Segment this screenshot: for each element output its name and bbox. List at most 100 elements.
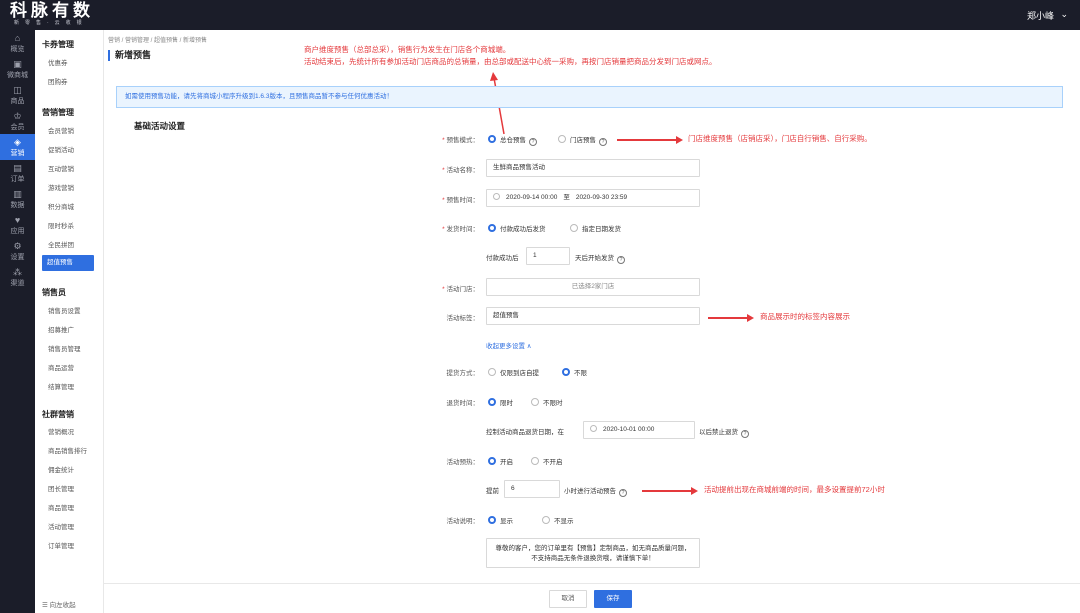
refund-date-input[interactable]: 2020-10-01 00:00 [583, 421, 695, 439]
submenu-item[interactable]: 订单管理 [35, 537, 103, 556]
submenu-item[interactable]: 招募推广 [35, 321, 103, 340]
presale-mode-option-store[interactable]: 门店预售? [558, 134, 607, 146]
ship-days-suffix: 天后开始发货? [575, 252, 625, 264]
pickup-option-any[interactable]: 不限 [562, 367, 587, 377]
help-icon[interactable]: ? [741, 430, 749, 438]
user-name[interactable]: 郑小峰 [1027, 9, 1054, 22]
ship-days-input[interactable]: 1 [526, 247, 570, 265]
nav-label: 营销 [10, 150, 25, 157]
nav-item-goods[interactable]: ◫ 商品 [0, 82, 35, 108]
nav-item-mall[interactable]: ▣ 微商城 [0, 56, 35, 82]
option-label: 付款成功后发货 [500, 226, 546, 233]
annotation-arrow-preheat [642, 487, 698, 495]
presale-mode-option-warehouse[interactable]: 总仓预售? [488, 134, 537, 146]
nav-item-data[interactable]: ▥ 数据 [0, 186, 35, 212]
option-label: 不显示 [554, 518, 574, 525]
help-icon[interactable]: ? [599, 138, 607, 146]
submenu-item[interactable]: 佣金统计 [35, 461, 103, 480]
pickup-label: 提货方式： [446, 370, 480, 377]
cancel-button[interactable]: 取消 [549, 590, 587, 608]
shop-icon: ▣ [13, 59, 22, 69]
refund-option-limited[interactable]: 限时 [488, 397, 513, 407]
help-icon[interactable]: ? [529, 138, 537, 146]
store-select[interactable]: 已选择2家门店 [486, 278, 700, 296]
submenu-item-active[interactable]: 超值预售 [42, 255, 94, 271]
annotation-store-mode: 门店维度预售（店销店采），门店自行销售、自行采购。 [688, 134, 872, 143]
submenu-item[interactable]: 销售员管理 [35, 340, 103, 359]
app-icon: ♥ [14, 215, 21, 225]
brand-logo[interactable]: 科脉有数 新零售·云收银 [10, 2, 100, 28]
radio-unchecked-icon [531, 398, 539, 406]
desc-option-show[interactable]: 显示 [488, 515, 513, 525]
bag-icon: ◫ [13, 85, 22, 95]
desc-option-hide[interactable]: 不显示 [542, 515, 574, 525]
refund-label: 退货时间： [446, 400, 480, 407]
option-label: 不开启 [543, 459, 563, 466]
order-icon: ▤ [13, 163, 22, 173]
submenu-item[interactable]: 结算管理 [35, 378, 103, 397]
nav-item-members[interactable]: ♔ 会员 [0, 108, 35, 134]
help-icon[interactable]: ? [619, 489, 627, 497]
activity-name-label: 活动名称： [409, 164, 480, 174]
nav-item-orders[interactable]: ▤ 订单 [0, 160, 35, 186]
nav-item-marketing[interactable]: ◈ 营销 [0, 134, 35, 160]
submenu-item[interactable]: 全民拼团 [35, 236, 103, 255]
submenu-item[interactable]: 营销概况 [35, 423, 103, 442]
nav-item-settings[interactable]: ⚙ 设置 [0, 238, 35, 264]
page-title: 新增预售 [108, 50, 151, 61]
submenu-item[interactable]: 优惠券 [35, 54, 103, 73]
preheat-option-on[interactable]: 开启 [488, 456, 513, 466]
collapse-menu-button[interactable]: ☰ 向左收起 [42, 599, 76, 609]
submenu-item[interactable]: 销售员设置 [35, 302, 103, 321]
nav-item-overview[interactable]: ⌂ 概览 [0, 30, 35, 56]
tag-icon: ◈ [14, 137, 21, 147]
chevron-down-icon[interactable]: ⌄ [1060, 9, 1068, 20]
submenu-item[interactable]: 商品运营 [35, 359, 103, 378]
toggle-more-settings-link[interactable]: 收起更多设置 ∧ [486, 340, 532, 350]
nav-label: 订单 [10, 176, 25, 183]
submenu-item[interactable]: 活动管理 [35, 518, 103, 537]
annotation-tag: 商品展示时的标签内容展示 [760, 312, 850, 321]
home-icon: ⌂ [14, 33, 21, 43]
brand-name: 科脉有数 [10, 1, 94, 20]
preheat-hours-input[interactable]: 6 [504, 480, 560, 498]
ship-days-prefix: 付款成功后 [486, 255, 519, 262]
clock-icon [493, 193, 500, 200]
activity-name-input[interactable]: 生鲜商品预售活动 [486, 159, 700, 177]
presale-end-time[interactable]: 2020-09-30 23:59 [576, 194, 627, 201]
submenu-item[interactable]: 游戏营销 [35, 179, 103, 198]
submenu-group-title: 营销管理 [42, 108, 74, 117]
nav-item-channels[interactable]: ⁂ 渠道 [0, 264, 35, 290]
submenu-item[interactable]: 促销活动 [35, 141, 103, 160]
ship-time-option-after-pay[interactable]: 付款成功后发货 [488, 223, 546, 233]
submenu-item[interactable]: 积分商城 [35, 198, 103, 217]
submenu-item[interactable]: 团长管理 [35, 480, 103, 499]
help-icon[interactable]: ? [617, 256, 625, 264]
submenu-group-title: 销售员 [42, 288, 66, 297]
save-button[interactable]: 保存 [594, 590, 632, 608]
option-label: 不限 [574, 370, 587, 377]
submenu-item[interactable]: 商品销售排行 [35, 442, 103, 461]
ship-time-option-date[interactable]: 指定日期发货 [570, 223, 621, 233]
submenu-item[interactable]: 团购券 [35, 73, 103, 92]
option-label: 开启 [500, 459, 513, 466]
form-footer: 取消 保存 [104, 583, 1080, 613]
channel-icon: ⁂ [13, 267, 22, 277]
sub-menu: 卡券管理 优惠券 团购券 营销管理 会员营销 促销活动 互动营销 游戏营销 积分… [35, 30, 104, 613]
preheat-option-off[interactable]: 不开启 [531, 456, 563, 466]
pickup-option-store[interactable]: 仅限到店自提 [488, 367, 539, 377]
submenu-item[interactable]: 商品管理 [35, 499, 103, 518]
submenu-item[interactable]: 互动营销 [35, 160, 103, 179]
refund-option-unlimited[interactable]: 不限时 [531, 397, 563, 407]
submenu-item[interactable]: 会员营销 [35, 122, 103, 141]
tag-input[interactable]: 超值预售 [486, 307, 700, 325]
presale-start-time[interactable]: 2020-09-14 00:00 [506, 194, 557, 201]
submenu-item[interactable]: 限时秒杀 [35, 217, 103, 236]
nav-item-apps[interactable]: ♥ 应用 [0, 212, 35, 238]
preheat-prefix: 提前 [486, 488, 499, 495]
desc-textarea[interactable]: 尊敬的客户，您的订单里有【预售】定制商品，如无商品质量问题，不支持商品无条件退换… [486, 538, 700, 568]
presale-time-range[interactable]: 2020-09-14 00:00 至 2020-09-30 23:59 [486, 189, 700, 207]
annotation-top-line1: 商户维度预售（总部总采），销售行为发生在门店各个商城端。 [304, 45, 511, 54]
radio-unchecked-icon [531, 457, 539, 465]
preheat-suffix-text: 小时进行活动预告 [564, 488, 616, 495]
